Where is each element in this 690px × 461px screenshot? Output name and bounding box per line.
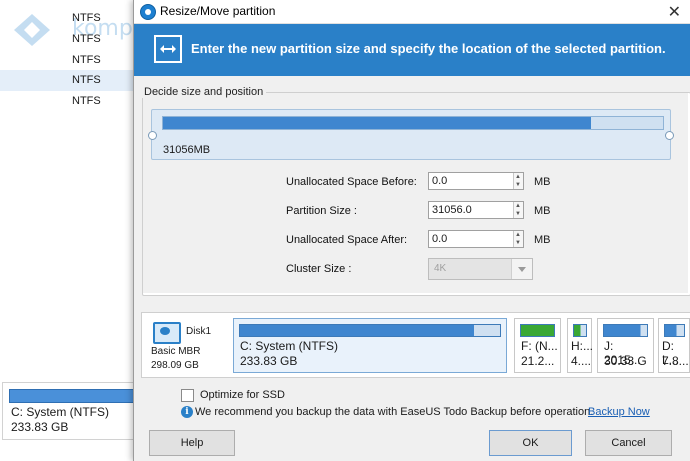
unallocated-before-input[interactable]: 0.0 ▲ ▼ (428, 172, 524, 190)
title-bar[interactable]: Resize/Move partition ✕ (134, 0, 690, 24)
spin-buttons[interactable]: ▲ ▼ (513, 202, 523, 218)
partition-bar[interactable] (162, 116, 664, 130)
spin-down-icon[interactable]: ▼ (515, 211, 521, 217)
partition-name: F: (N... (521, 339, 558, 353)
partition-size-input[interactable]: 31056.0 ▲ ▼ (428, 201, 524, 219)
close-icon[interactable]: ✕ (668, 2, 681, 22)
resize-arrows-icon (154, 35, 182, 63)
spin-down-icon[interactable]: ▼ (515, 182, 521, 188)
resize-move-dialog: Resize/Move partition ✕ Enter the new pa… (133, 0, 690, 461)
spin-up-icon[interactable]: ▲ (515, 174, 521, 180)
disk-name: Disk1 (186, 326, 212, 337)
partition-usage-bar (9, 389, 135, 403)
unallocated-after-input[interactable]: 0.0 ▲ ▼ (428, 230, 524, 248)
cluster-size-label: Cluster Size : (286, 263, 352, 275)
partition-usage-bar (239, 324, 501, 337)
partition-size: 21.2... (521, 354, 555, 368)
right-resize-handle[interactable] (665, 131, 674, 140)
partition-size: 30.33 G (604, 354, 647, 368)
disk-size: 298.09 GB (151, 360, 199, 371)
info-icon: i (181, 406, 193, 418)
partition-usage-bar (573, 324, 587, 337)
partition-name: C: System (NTFS) (240, 339, 338, 353)
app-icon (140, 4, 156, 20)
spin-up-icon[interactable]: ▲ (515, 232, 521, 238)
spin-up-icon[interactable]: ▲ (515, 203, 521, 209)
spin-buttons[interactable]: ▲ ▼ (513, 173, 523, 189)
backup-now-link[interactable]: Backup Now (588, 406, 650, 418)
disk-icon (153, 322, 181, 344)
cluster-size-value: 4K (434, 263, 447, 274)
partition-usage-bar (520, 324, 555, 337)
disk-map-panel: Disk1 Basic MBR 298.09 GB C: System (NTF… (141, 312, 690, 378)
partition-name: C: System (NTFS) (11, 405, 109, 419)
cluster-size-select: 4K (428, 258, 533, 280)
partition-size-field-label: Partition Size : (286, 205, 357, 217)
list-item[interactable]: NTFS (0, 29, 133, 50)
list-item[interactable]: NTFS (0, 50, 133, 71)
partition-card-d[interactable]: D: L... 7.8... (658, 318, 690, 373)
unit-label: MB (534, 176, 551, 188)
partition-name: H:... (571, 339, 594, 353)
optimize-ssd-checkbox[interactable] (181, 389, 194, 402)
list-item[interactable]: NTFS (0, 91, 133, 112)
dialog-title: Resize/Move partition (160, 4, 276, 18)
partition-size: 4.... (571, 354, 592, 368)
partition-usage-bar (664, 324, 685, 337)
disk-type: Basic MBR (151, 346, 201, 357)
list-item[interactable]: NTFS (0, 8, 133, 29)
banner-text: Enter the new partition size and specify… (191, 41, 666, 56)
chevron-down-icon (511, 259, 532, 279)
partition-bar-fill[interactable] (163, 117, 591, 129)
unallocated-before-label: Unallocated Space Before: (286, 176, 417, 188)
help-button[interactable]: Help (149, 430, 235, 456)
partition-size-label: 31056MB (163, 144, 211, 156)
optimize-ssd-label[interactable]: Optimize for SSD (200, 389, 285, 401)
unallocated-before-value: 0.0 (432, 175, 448, 187)
backup-recommendation-text: We recommend you backup the data with Ea… (195, 406, 594, 418)
spin-down-icon[interactable]: ▼ (515, 240, 521, 246)
partition-size: 233.83 GB (11, 420, 69, 434)
unit-label: MB (534, 234, 551, 246)
partition-size: 233.83 GB (240, 354, 298, 368)
group-legend: Decide size and position (141, 86, 267, 98)
list-item-selected[interactable]: NTFS (0, 70, 133, 91)
partition-card-f[interactable]: F: (N... 21.2... (514, 318, 561, 373)
background-partition-card[interactable]: C: System (NTFS) 233.83 GB (2, 382, 135, 440)
partition-layout-area[interactable]: 31056MB (148, 109, 674, 160)
instruction-banner: Enter the new partition size and specify… (134, 24, 690, 76)
partition-usage-bar (603, 324, 648, 337)
unit-label: MB (534, 205, 551, 217)
partition-size-value: 31056.0 (432, 204, 472, 216)
partition-card-c[interactable]: C: System (NTFS) 233.83 GB (233, 318, 507, 373)
unallocated-after-label: Unallocated Space After: (286, 234, 408, 246)
partition-card-h[interactable]: H:... 4.... (567, 318, 594, 373)
partition-card-j[interactable]: J: 2015... 30.33 G (597, 318, 654, 373)
ok-button[interactable]: OK (489, 430, 572, 456)
spin-buttons[interactable]: ▲ ▼ (513, 231, 523, 247)
cancel-button[interactable]: Cancel (585, 430, 672, 456)
left-resize-handle[interactable] (148, 131, 157, 140)
unallocated-after-value: 0.0 (432, 233, 448, 245)
partition-size: 7.8... (662, 354, 689, 368)
